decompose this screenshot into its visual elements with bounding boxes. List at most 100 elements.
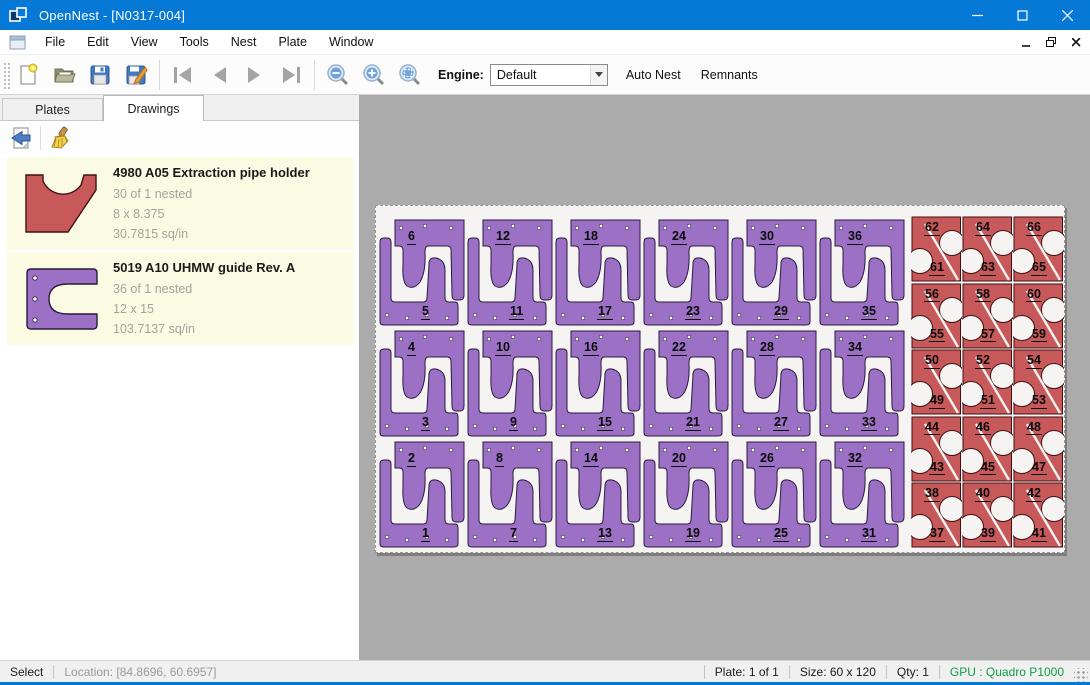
mdi-restore-button[interactable]: [1040, 33, 1062, 51]
app-window: OpenNest - [N0317-004] File Edit View To…: [0, 0, 1090, 685]
menu-file[interactable]: File: [34, 32, 76, 52]
part-number: 27: [773, 416, 789, 431]
part-number: 51: [980, 394, 996, 409]
tab-drawings[interactable]: Drawings: [103, 95, 204, 121]
mdi-close-button[interactable]: [1065, 33, 1087, 51]
resize-grip[interactable]: [1074, 668, 1088, 682]
nest-part-pair-red[interactable]: 48 47: [1013, 416, 1064, 482]
status-mode: Select: [0, 665, 53, 679]
new-button[interactable]: [10, 59, 46, 91]
engine-select[interactable]: Default: [490, 64, 608, 86]
clear-drawings-button[interactable]: [45, 124, 75, 152]
part-number: 47: [1031, 461, 1047, 476]
drawing-item-5019[interactable]: 5019 A10 UHMW guide Rev. A 36 of 1 neste…: [7, 252, 354, 345]
left-panel: Plates Drawings: [0, 95, 360, 660]
mdi-restore-icon: [1046, 37, 1056, 47]
nest-part-pair-red[interactable]: 3837: [911, 482, 962, 548]
part-number: 48: [1026, 421, 1042, 436]
nest-part-pair-purple[interactable]: 2625: [731, 438, 819, 549]
tab-plates[interactable]: Plates: [2, 98, 103, 120]
part-number: 65: [1031, 261, 1047, 276]
part-number: 14: [583, 452, 599, 467]
nest-part-pair-red[interactable]: 5857: [962, 283, 1013, 349]
previous-arrow-icon: [207, 65, 231, 85]
zoom-out-button[interactable]: [320, 59, 356, 91]
menu-plate[interactable]: Plate: [267, 32, 318, 52]
nest-part-pair-red[interactable]: 6463: [962, 216, 1013, 282]
nest-part-pair-purple[interactable]: 3231: [819, 438, 907, 549]
nest-part-pair-red[interactable]: 4443: [911, 416, 962, 482]
part-number: 13: [597, 527, 613, 542]
nest-part-pair-purple[interactable]: 21: [379, 438, 467, 549]
first-plate-button[interactable]: [165, 59, 201, 91]
nest-part-pair-red[interactable]: 5251: [962, 349, 1013, 415]
nest-part-pair-purple[interactable]: 1817: [555, 216, 643, 327]
nest-part-pair-red[interactable]: 4241: [1013, 482, 1064, 548]
drawing-item-4980[interactable]: 4980 A05 Extraction pipe holder 30 of 1 …: [7, 157, 354, 250]
drawing-size: 8 x 8.375: [113, 204, 350, 224]
nest-part-pair-red[interactable]: 5049: [911, 349, 962, 415]
nest-part-pair-purple[interactable]: 2019: [643, 438, 731, 549]
plate[interactable]: 6512111817242330293635431091615222128273…: [375, 205, 1065, 553]
part-number: 22: [671, 341, 687, 356]
part-number: 25: [773, 527, 789, 542]
part-number: 16: [583, 341, 599, 356]
nest-part-pair-purple[interactable]: 3029: [731, 216, 819, 327]
mdi-minimize-button[interactable]: [1015, 33, 1037, 51]
uhmw-guide-shape: [23, 267, 101, 331]
save-as-button[interactable]: [118, 59, 154, 91]
part-number: 7: [509, 527, 518, 542]
nest-part-pair-purple[interactable]: 3433: [819, 327, 907, 438]
part-number: 56: [924, 288, 940, 303]
remnants-button[interactable]: Remnants: [691, 63, 768, 87]
nest-part-pair-red[interactable]: 6059: [1013, 283, 1064, 349]
menu-tools[interactable]: Tools: [169, 32, 220, 52]
mdi-close-icon: [1072, 38, 1081, 47]
nest-part-pair-red[interactable]: 5453: [1013, 349, 1064, 415]
zoom-fit-button[interactable]: [392, 59, 428, 91]
menu-window[interactable]: Window: [318, 32, 384, 52]
nest-part-pair-red[interactable]: 4645: [962, 416, 1013, 482]
toolbar-grip[interactable]: [2, 61, 10, 89]
part-number: 40: [975, 487, 991, 502]
part-number: 60: [1026, 288, 1042, 303]
toolbar-separator: [159, 60, 160, 90]
nest-part-pair-red[interactable]: 6665: [1013, 216, 1064, 282]
part-number: 23: [685, 305, 701, 320]
open-button[interactable]: [46, 59, 82, 91]
part-number: 57: [980, 328, 996, 343]
zoom-in-button[interactable]: [356, 59, 392, 91]
nest-part-pair-purple[interactable]: 3635: [819, 216, 907, 327]
nest-part-pair-red[interactable]: 4039: [962, 482, 1013, 548]
nest-part-pair-purple[interactable]: 109: [467, 327, 555, 438]
zoom-fit-icon: [398, 63, 422, 87]
previous-plate-button[interactable]: [201, 59, 237, 91]
import-drawing-button[interactable]: [6, 124, 36, 152]
next-plate-button[interactable]: [237, 59, 273, 91]
nest-canvas[interactable]: 6512111817242330293635431091615222128273…: [360, 95, 1090, 660]
part-number: 30: [759, 230, 775, 245]
nest-part-pair-purple[interactable]: 87: [467, 438, 555, 549]
last-plate-button[interactable]: [273, 59, 309, 91]
nest-part-pair-purple[interactable]: 2221: [643, 327, 731, 438]
save-button[interactable]: [82, 59, 118, 91]
nest-part-pair-purple[interactable]: 65: [379, 216, 467, 327]
nest-part-pair-purple[interactable]: 43: [379, 327, 467, 438]
close-button[interactable]: [1045, 0, 1090, 30]
part-number: 41: [1031, 527, 1047, 542]
maximize-button[interactable]: [1000, 0, 1045, 30]
menu-view[interactable]: View: [120, 32, 169, 52]
minimize-button[interactable]: [955, 0, 1000, 30]
nest-part-pair-purple[interactable]: 2423: [643, 216, 731, 327]
toolbar-separator: [314, 60, 315, 90]
nest-part-pair-purple[interactable]: 1615: [555, 327, 643, 438]
nest-part-pair-purple[interactable]: 1211: [467, 216, 555, 327]
nest-part-pair-purple[interactable]: 14 13: [555, 438, 643, 549]
combo-arrow[interactable]: [590, 65, 607, 85]
nest-part-pair-purple[interactable]: 2827: [731, 327, 819, 438]
menu-edit[interactable]: Edit: [76, 32, 120, 52]
menu-nest[interactable]: Nest: [220, 32, 268, 52]
nest-part-pair-red[interactable]: 6261: [911, 216, 962, 282]
nest-part-pair-red[interactable]: 5655: [911, 283, 962, 349]
auto-nest-button[interactable]: Auto Nest: [616, 63, 691, 87]
